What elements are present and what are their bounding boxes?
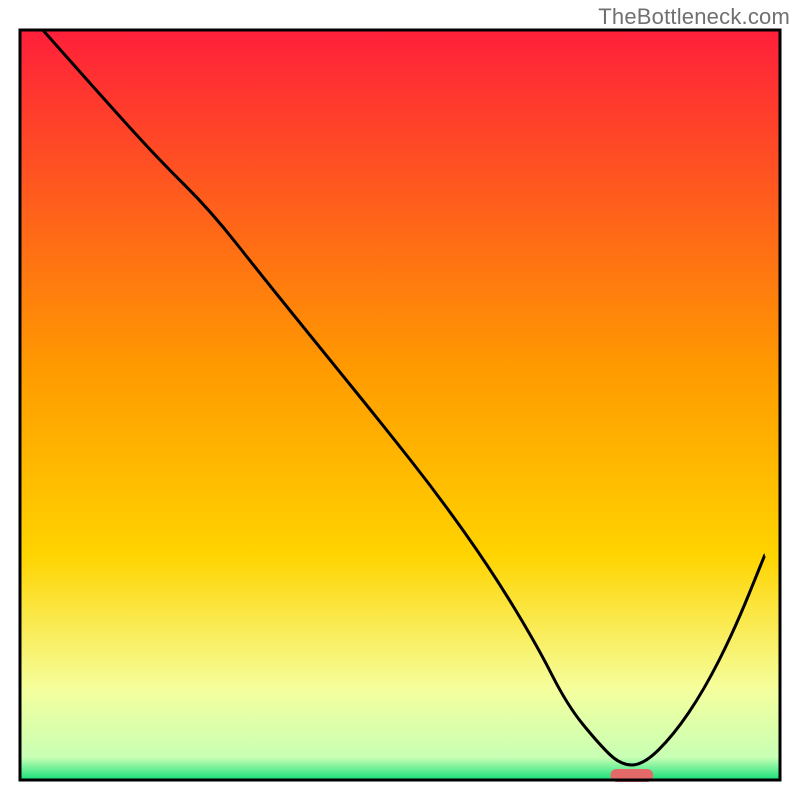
bottleneck-chart: TheBottleneck.com — [0, 0, 800, 800]
gradient-background — [20, 30, 780, 780]
watermark-text: TheBottleneck.com — [598, 4, 790, 30]
plot-svg — [0, 0, 800, 800]
